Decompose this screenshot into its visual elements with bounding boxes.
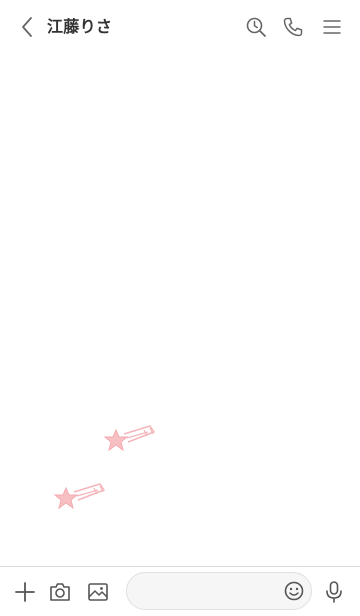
search-history-icon: [246, 17, 266, 37]
plus-icon: [15, 582, 35, 602]
emoji-button[interactable]: [282, 579, 306, 603]
call-button[interactable]: [280, 14, 306, 40]
hamburger-menu-icon: [323, 20, 341, 34]
gallery-button[interactable]: [85, 579, 111, 605]
chat-header: 江藤りさ: [0, 0, 360, 54]
microphone-icon: [326, 581, 342, 603]
chat-title: 江藤りさ: [47, 17, 113, 36]
image-icon: [88, 583, 108, 601]
emoji-icon: [284, 581, 304, 601]
back-button[interactable]: [14, 14, 40, 40]
camera-button[interactable]: [47, 579, 73, 605]
message-input-box[interactable]: [126, 572, 312, 610]
phone-icon: [283, 17, 303, 37]
shooting-star-decoration: [103, 425, 155, 452]
shooting-star-decoration: [53, 483, 105, 510]
camera-icon: [50, 583, 70, 601]
voice-button[interactable]: [321, 579, 347, 605]
chat-message-area[interactable]: [0, 54, 360, 566]
search-button[interactable]: [243, 14, 269, 40]
chevron-left-icon: [22, 17, 32, 37]
chat-input-bar: [0, 566, 360, 616]
message-input[interactable]: [141, 581, 271, 603]
menu-button[interactable]: [319, 14, 345, 40]
add-button[interactable]: [12, 579, 38, 605]
